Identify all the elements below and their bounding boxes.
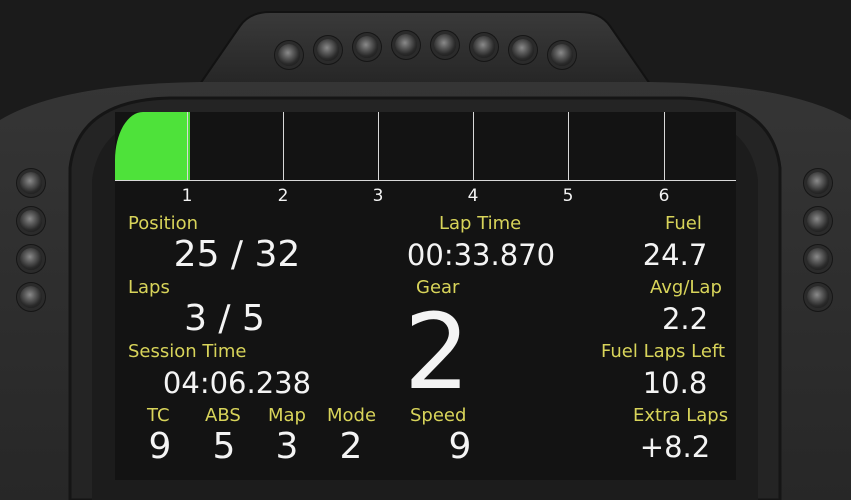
left-led-4 [20, 286, 42, 308]
rpm-marker-3: 3 [372, 186, 384, 206]
shift-led-1 [278, 44, 300, 66]
rpm-baseline [115, 180, 736, 181]
left-led-3 [20, 248, 42, 270]
right-led-1 [807, 172, 829, 194]
lap-time-label: Lap Time [439, 213, 522, 234]
mode-label: Mode [327, 405, 377, 426]
rpm-marker-5: 5 [562, 186, 574, 206]
speed-label: Speed [410, 405, 467, 426]
rpm-marker-line-6 [664, 112, 665, 180]
rpm-marker-line-3 [378, 112, 379, 180]
map-label: Map [268, 405, 306, 426]
right-led-2 [807, 210, 829, 232]
left-led-1 [20, 172, 42, 194]
abs-label: ABS [205, 405, 241, 426]
shift-led-3 [356, 36, 378, 58]
rpm-marker-4: 4 [467, 186, 479, 206]
abs-value: 5 [212, 426, 236, 467]
gear-value: 2 [403, 291, 471, 413]
rpm-marker-line-4 [473, 112, 474, 180]
rpm-bar [115, 112, 736, 180]
position-label: Position [128, 213, 199, 234]
fuel-laps-left-label: Fuel Laps Left [601, 341, 726, 362]
shift-led-2 [317, 39, 339, 61]
right-led-4 [807, 286, 829, 308]
fuel-value: 24.7 [642, 238, 708, 272]
map-value: 3 [275, 426, 299, 467]
rpm-marker-6: 6 [658, 186, 670, 206]
extra-laps-value: +8.2 [639, 430, 711, 464]
tc-label: TC [147, 405, 170, 426]
position-value: 25 / 32 [173, 234, 301, 275]
mode-value: 2 [339, 426, 363, 467]
left-led-2 [20, 210, 42, 232]
tc-value: 9 [148, 426, 172, 467]
session-time-value: 04:06.238 [162, 366, 312, 400]
shift-led-6 [473, 36, 495, 58]
laps-value: 3 / 5 [184, 298, 265, 339]
shift-led-4 [395, 34, 417, 56]
rpm-fill [115, 112, 190, 180]
shift-led-7 [512, 39, 534, 61]
speed-value: 9 [448, 426, 472, 467]
dash-screen: 1 2 3 4 5 6 Position 25 / 32 Laps 3 / 5 … [115, 112, 736, 480]
extra-laps-label: Extra Laps [633, 405, 729, 426]
shift-led-8 [551, 44, 573, 66]
rpm-marker-line-5 [568, 112, 569, 180]
right-led-3 [807, 248, 829, 270]
lap-time-value: 00:33.870 [406, 238, 556, 272]
avg-lap-value: 2.2 [661, 302, 709, 336]
avg-lap-label: Avg/Lap [650, 277, 722, 298]
rpm-marker-1: 1 [181, 186, 193, 206]
rpm-marker-2: 2 [277, 186, 289, 206]
rpm-marker-line-2 [283, 112, 284, 180]
fuel-label: Fuel [665, 213, 702, 234]
shift-led-5 [434, 34, 456, 56]
session-time-label: Session Time [128, 341, 247, 362]
fuel-laps-left-value: 10.8 [642, 366, 708, 400]
rpm-marker-line-1 [187, 112, 188, 180]
laps-label: Laps [128, 277, 170, 298]
